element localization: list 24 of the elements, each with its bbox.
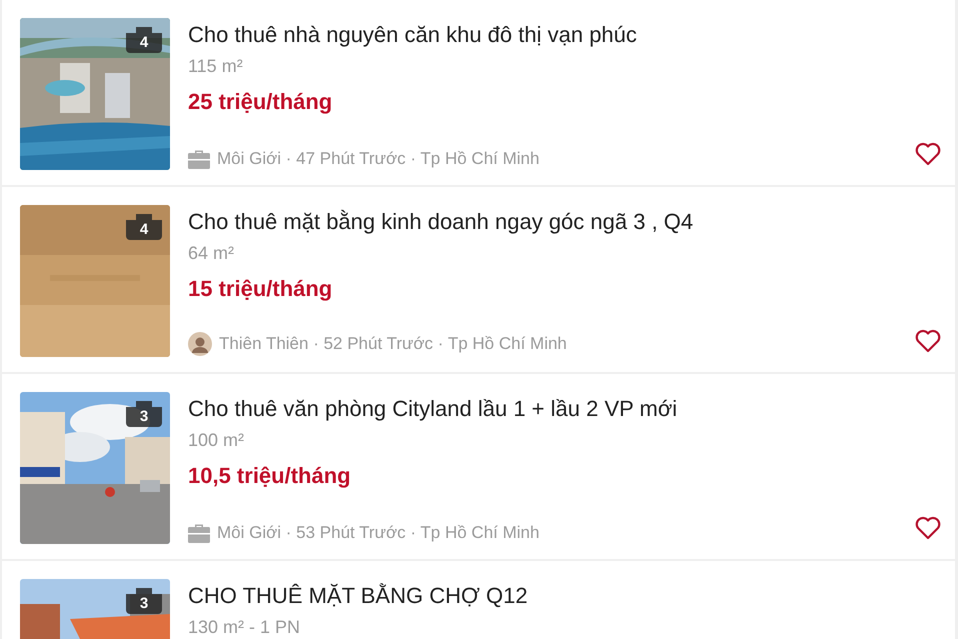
favorite-button[interactable] — [915, 142, 941, 166]
listing-title[interactable]: Cho thuê nhà nguyên căn khu đô thị vạn phúc — [188, 22, 939, 48]
listing-title[interactable]: CHO THUÊ MẶT BẰNG CHỢ Q12 — [188, 583, 939, 609]
briefcase-icon — [188, 149, 210, 169]
avatar-icon — [188, 332, 212, 356]
briefcase-icon — [188, 523, 210, 543]
listing-price: 25 triệu/tháng — [188, 89, 334, 115]
listing-title[interactable]: Cho thuê mặt bằng kinh doanh ngay góc ngã 3 , Q4 — [188, 209, 939, 235]
listing-area: 64 m² — [188, 243, 939, 264]
listing-area: 130 m² - 1 PN — [188, 617, 939, 638]
listing-title[interactable]: Cho thuê văn phòng Cityland lầu 1 + lầu 2 VP mới — [188, 396, 939, 422]
favorite-button[interactable] — [915, 516, 941, 540]
listing-byline: Môi Giới · 53 Phút Trước · Tp Hồ Chí Minh — [217, 523, 540, 543]
photo-count-badge: 4 — [126, 27, 162, 53]
listing-price: 10,5 triệu/tháng — [188, 463, 352, 489]
favorite-button[interactable] — [915, 329, 941, 353]
photo-count-badge: 3 — [126, 588, 162, 614]
photo-count-badge: 3 — [126, 401, 162, 427]
listing-byline: Thiên Thiên · 52 Phút Trước · Tp Hồ Chí Minh — [219, 334, 567, 354]
listing-area: 100 m² — [188, 430, 939, 451]
photo-count-badge: 4 — [126, 214, 162, 240]
listing-price: 15 triệu/tháng — [188, 276, 334, 302]
listing-byline: Môi Giới · 47 Phút Trước · Tp Hồ Chí Minh — [217, 149, 540, 169]
listing-area: 115 m² — [188, 56, 939, 77]
